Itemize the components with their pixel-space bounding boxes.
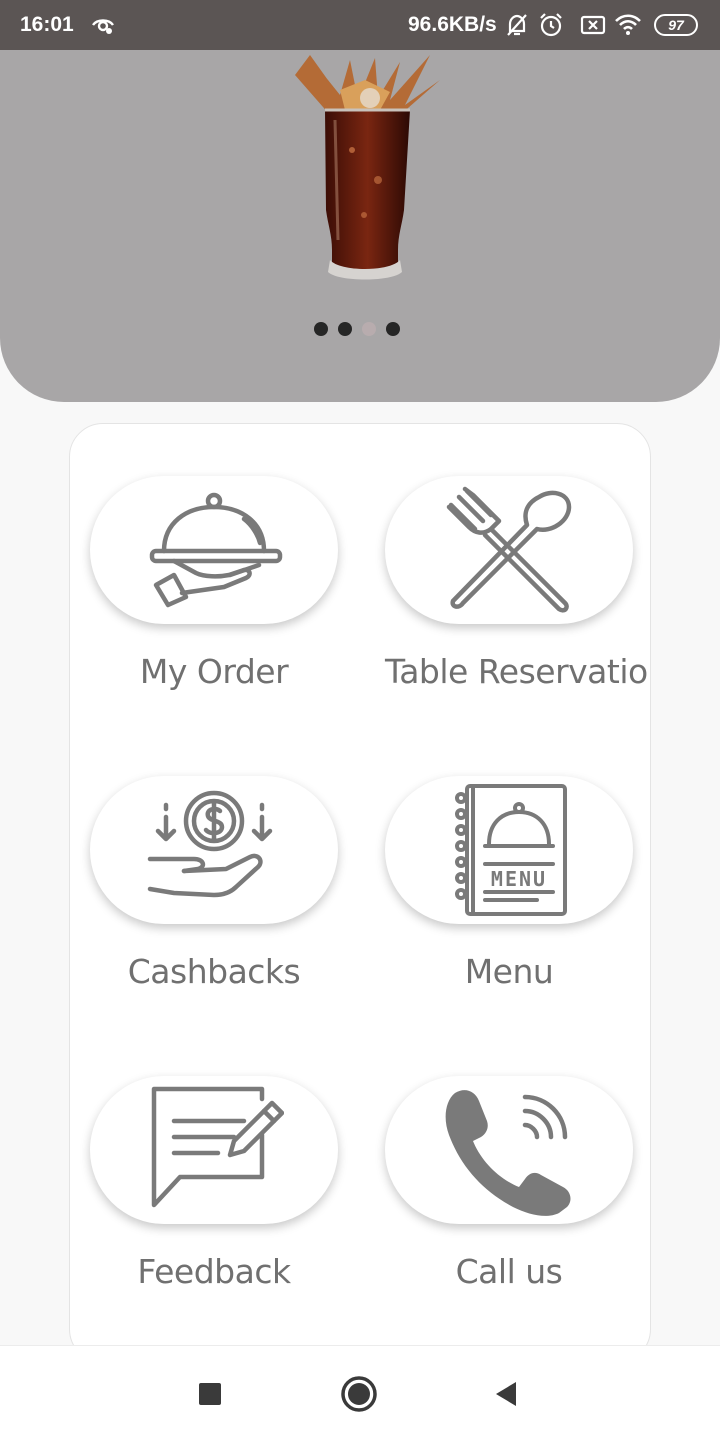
cola-glass-image [295,55,440,280]
tile-table-reservation[interactable]: Table Reservatio [385,424,650,724]
my-order-button[interactable] [90,476,338,624]
call-us-button[interactable] [385,1076,633,1224]
carousel-dot-active[interactable] [362,322,376,336]
carousel-indicator[interactable] [314,322,400,336]
recents-icon[interactable] [190,1374,230,1414]
wifi-icon [615,14,641,35]
menu-label: Menu [464,952,554,991]
table-reservation-label: Table Reservatio [385,652,648,691]
feedback-icon [151,1086,284,1208]
home-icon[interactable] [339,1374,379,1414]
svg-text:MENU: MENU [491,867,547,891]
carousel-dot[interactable] [386,322,400,336]
tile-my-order[interactable]: My Order [90,424,360,724]
phone-icon [445,1090,571,1216]
tile-feedback[interactable]: Feedback [90,1024,360,1324]
clock: 16:01 [20,13,74,36]
feedback-button[interactable] [90,1076,338,1224]
back-icon[interactable] [486,1374,526,1414]
system-nav-bar [0,1345,720,1441]
cashbacks-button[interactable] [90,776,338,924]
carousel-dot[interactable] [338,322,352,336]
eye-icon [92,19,114,34]
alarm-icon [540,13,562,37]
tile-call-us[interactable]: Call us [385,1024,650,1324]
my-order-label: My Order [139,652,289,691]
mute-icon [507,14,527,36]
services-card: My Order Table Reservatio Cashbacks MENU… [69,423,651,1363]
hero-banner[interactable] [0,50,720,402]
sim-icon [580,15,606,35]
serving-cloche-icon [149,492,283,608]
menu-book-icon: MENU [455,784,567,916]
fork-spoon-icon [446,486,572,613]
feedback-label: Feedback [137,1252,291,1291]
tile-menu[interactable]: MENU Menu [385,724,650,1024]
cashbacks-label: Cashbacks [127,952,301,991]
menu-button[interactable]: MENU [385,776,633,924]
table-reservation-button[interactable] [385,476,633,624]
tile-cashbacks[interactable]: Cashbacks [90,724,360,1024]
carousel-dot[interactable] [314,322,328,336]
battery-icon: 97 [654,14,698,36]
cashback-icon [147,790,273,898]
status-bar: 16:01 96.6KB/s 97 [0,0,720,50]
call-us-label: Call us [455,1252,563,1291]
network-speed: 96.6KB/s [408,13,497,36]
